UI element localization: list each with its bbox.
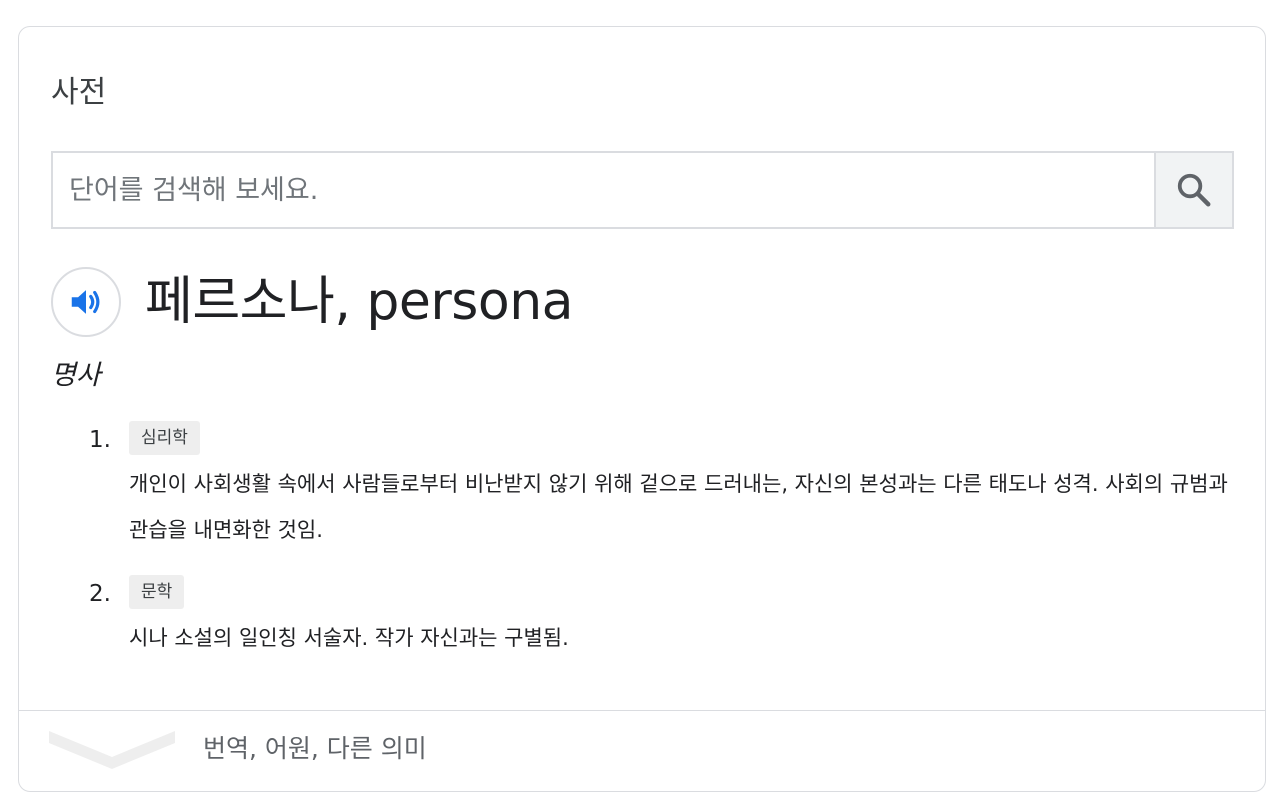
domain-tag: 심리학 <box>129 421 200 455</box>
domain-tag: 문학 <box>129 575 185 609</box>
sense-number: 2. <box>89 581 111 607</box>
part-of-speech: 명사 <box>51 360 101 391</box>
card-title: 사전 <box>51 75 107 110</box>
expand-label: 번역, 어원, 다른 의미 <box>203 734 427 763</box>
speaker-icon <box>71 290 100 314</box>
sense-definition: 개인이 사회생활 속에서 사람들로부터 비난받지 않기 위해 겉으로 드러내는,… <box>129 472 1228 542</box>
dictionary-card: 사전 페르소나, persona 명사 1. 심리학 개인이 사회생활 속에서 … <box>18 26 1266 792</box>
pronunciation-button[interactable] <box>51 267 121 337</box>
search-button[interactable] <box>1154 153 1232 227</box>
search-input[interactable] <box>53 153 1154 227</box>
chevron-down-icon <box>49 731 175 769</box>
headword-row: 페르소나, persona <box>51 267 574 337</box>
search-icon <box>1177 173 1211 207</box>
sense-definition: 시나 소설의 일인칭 서술자. 작가 자신과는 구별됨. <box>129 626 569 650</box>
expand-more-button[interactable]: 번역, 어원, 다른 의미 <box>19 711 1265 791</box>
search-box <box>51 151 1234 229</box>
headword: 페르소나, persona <box>145 272 574 332</box>
sense-number: 1. <box>89 427 111 453</box>
